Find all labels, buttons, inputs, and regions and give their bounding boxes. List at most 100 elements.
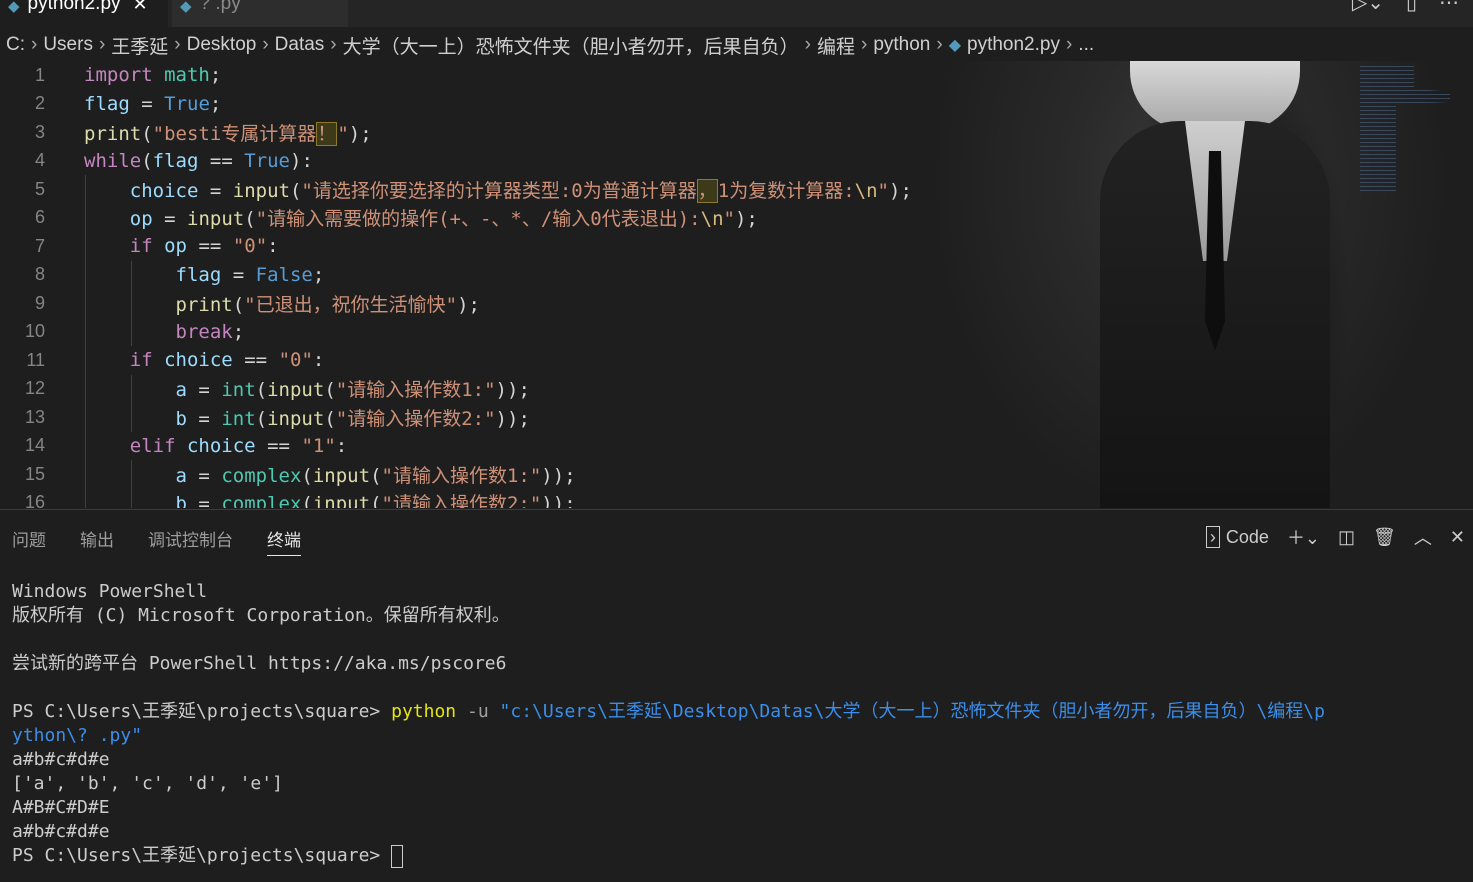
code-line[interactable]: 4 while(flag == True): bbox=[0, 147, 1473, 176]
chevron-right-icon: › bbox=[174, 34, 181, 55]
breadcrumb-item[interactable]: python2.py bbox=[967, 34, 1060, 56]
chevron-right-icon: › bbox=[1065, 34, 1073, 55]
breadcrumb-item[interactable]: python bbox=[873, 34, 930, 56]
terminal-line: a#b#c#d#e bbox=[12, 821, 110, 842]
code-text: import math; bbox=[84, 64, 222, 87]
trash-icon[interactable]: 🗑 bbox=[1373, 527, 1396, 548]
terminal-prompt: PS C:\Users\王季延\projects\square> bbox=[12, 845, 381, 866]
code-text: b = int(input("请输入操作数2:")); bbox=[175, 407, 530, 430]
terminal-prompt-line: PS C:\Users\王季延\projects\square> bbox=[12, 844, 1465, 868]
code-text: break; bbox=[175, 320, 245, 343]
code-line[interactable]: 14 elif choice == "1": bbox=[0, 432, 1473, 461]
terminal-line: Windows PowerShell bbox=[12, 581, 208, 602]
split-editor-icon[interactable]: ▯ bbox=[1406, 0, 1417, 15]
tab-problems[interactable]: 问题 bbox=[12, 526, 46, 556]
code-line[interactable]: 2 flag = True; bbox=[0, 90, 1473, 119]
terminal-path: "c:\Users\王季延\Desktop\Datas\大学（大一上）恐怖文件夹… bbox=[499, 701, 1325, 722]
close-icon[interactable]: ✕ bbox=[133, 0, 148, 15]
tab-label: ? .py bbox=[199, 0, 241, 14]
code-line[interactable]: 1 import math; bbox=[0, 61, 1473, 90]
chevron-right-icon: › bbox=[98, 34, 106, 55]
tab-output[interactable]: 输出 bbox=[80, 526, 114, 556]
code-text: if op == "0": bbox=[129, 235, 279, 258]
tab-question-py[interactable]: ◆ ? .py bbox=[172, 0, 348, 27]
terminal-blank bbox=[12, 676, 1465, 700]
terminal-line: 尝试新的跨平台 PowerShell https://aka.ms/pscore… bbox=[12, 653, 507, 674]
code-line[interactable]: 7 if op == "0": bbox=[0, 232, 1473, 261]
breadcrumb-item[interactable]: Datas bbox=[275, 34, 325, 56]
terminal-path-cont: ython\? .py" bbox=[12, 725, 143, 746]
tab-terminal[interactable]: 终端 bbox=[267, 526, 301, 556]
code-text: a = complex(input("请输入操作数1:")); bbox=[175, 464, 576, 487]
run-icon[interactable]: ▷⌄ bbox=[1352, 0, 1384, 15]
terminal-flag: -u bbox=[467, 701, 489, 722]
line-number: 8 bbox=[34, 264, 45, 285]
terminal-command: python bbox=[391, 701, 457, 722]
bottom-panel: 问题 输出 调试控制台 终端 › Code ＋⌄ ◫ 🗑 ︿ ✕ Windows … bbox=[0, 509, 1473, 882]
terminal-line: A#B#C#D#E bbox=[12, 797, 110, 818]
breadcrumb-item[interactable]: C: bbox=[6, 34, 25, 56]
editor-actions: ▷⌄ ▯ ⋯ bbox=[1352, 0, 1459, 15]
terminal-profile-button[interactable]: › Code bbox=[1205, 525, 1269, 548]
line-number: 5 bbox=[34, 178, 45, 199]
code-line[interactable]: 12 a = int(input("请输入操作数1:")); bbox=[0, 375, 1473, 404]
line-number: 11 bbox=[26, 349, 45, 370]
code-line[interactable]: 8 flag = False; bbox=[0, 261, 1473, 290]
line-number: 3 bbox=[34, 121, 45, 142]
more-icon[interactable]: ⋯ bbox=[1439, 0, 1459, 15]
tab-debug-console[interactable]: 调试控制台 bbox=[148, 526, 233, 556]
chevron-right-icon: › bbox=[330, 34, 337, 55]
breadcrumb: C: › Users › 王季延 › Desktop › Datas › 大学（… bbox=[0, 30, 1473, 60]
close-panel-icon[interactable]: ✕ bbox=[1450, 527, 1465, 548]
code-line[interactable]: 3 print("besti专属计算器！"); bbox=[0, 118, 1473, 147]
terminal-prompt: PS C:\Users\王季延\projects\square> bbox=[12, 701, 381, 722]
python-icon: ◆ bbox=[8, 0, 20, 15]
line-number: 14 bbox=[24, 435, 45, 456]
code-line[interactable]: 9 print("已退出，祝你生活愉快"); bbox=[0, 289, 1473, 318]
line-number: 4 bbox=[34, 150, 45, 171]
code-text: elif choice == "1": bbox=[129, 434, 348, 457]
code-line[interactable]: 16 b = complex(input("请输入操作数2:")); bbox=[0, 489, 1473, 508]
code-line[interactable]: 15 a = complex(input("请输入操作数1:")); bbox=[0, 460, 1473, 489]
line-number: 2 bbox=[34, 93, 45, 114]
code-text: op = input("请输入需要做的操作(+、-、*、/输入0代表退出):\n… bbox=[129, 208, 758, 231]
code-text: flag = False; bbox=[175, 263, 325, 286]
code-line[interactable]: 11 if choice == "0": bbox=[0, 346, 1473, 375]
code-text: while(flag == True): bbox=[84, 149, 313, 172]
chevron-right-icon: › bbox=[262, 34, 269, 55]
terminal-output[interactable]: Windows PowerShell 版权所有 (C) Microsoft Cor… bbox=[12, 580, 1465, 868]
line-number: 10 bbox=[24, 321, 45, 342]
line-number: 15 bbox=[24, 463, 45, 484]
terminal-line: a#b#c#d#e bbox=[12, 749, 110, 770]
line-number: 1 bbox=[34, 64, 45, 85]
chevron-right-icon: › bbox=[804, 34, 811, 55]
breadcrumb-item[interactable]: ... bbox=[1078, 34, 1094, 56]
code-text: if choice == "0": bbox=[129, 349, 325, 372]
chevron-right-icon: › bbox=[860, 34, 868, 55]
chevron-right-icon: › bbox=[936, 34, 943, 55]
breadcrumb-item[interactable]: Desktop bbox=[187, 34, 257, 56]
code-line[interactable]: 13 b = int(input("请输入操作数2:")); bbox=[0, 403, 1473, 432]
editor-tab-bar: ◆ python2.py ✕ ◆ ? .py ▷⌄ ▯ ⋯ bbox=[0, 0, 1473, 27]
code-line[interactable]: 6 op = input("请输入需要做的操作(+、-、*、/输入0代表退出):… bbox=[0, 204, 1473, 233]
code-line[interactable]: 10 break; bbox=[0, 318, 1473, 347]
terminal-command-line: PS C:\Users\王季延\projects\square> python … bbox=[12, 700, 1465, 724]
split-terminal-icon[interactable]: ◫ bbox=[1338, 527, 1355, 548]
breadcrumb-item[interactable]: 王季延 bbox=[111, 32, 168, 59]
python-icon: ◆ bbox=[948, 37, 961, 54]
tab-python2[interactable]: ◆ python2.py ✕ bbox=[0, 0, 168, 27]
breadcrumb-item[interactable]: 编程 bbox=[817, 32, 855, 59]
new-terminal-icon[interactable]: ＋⌄ bbox=[1287, 524, 1320, 550]
code-text: print("已退出，祝你生活愉快"); bbox=[175, 293, 480, 316]
breadcrumb-item[interactable]: Users bbox=[43, 34, 93, 56]
code-text: b = complex(input("请输入操作数2:")); bbox=[175, 493, 576, 508]
maximize-panel-icon[interactable]: ︿ bbox=[1414, 524, 1432, 550]
line-number: 12 bbox=[24, 378, 45, 399]
breadcrumb-item[interactable]: 大学（大一上）恐怖文件夹（胆小者勿开，后果自负） bbox=[343, 32, 799, 59]
code-editor[interactable]: 1 import math; 2 flag = True; 3 print("besti专… bbox=[0, 61, 1473, 508]
code-line[interactable]: 5 choice = input("请选择你要选择的计算器类型:0为普通计算器，… bbox=[0, 175, 1473, 204]
line-number: 6 bbox=[34, 207, 45, 228]
terminal-line: 版权所有 (C) Microsoft Corporation。保留所有权利。 bbox=[12, 605, 510, 626]
terminal-cursor bbox=[391, 844, 404, 868]
terminal-icon: › bbox=[1205, 525, 1220, 548]
